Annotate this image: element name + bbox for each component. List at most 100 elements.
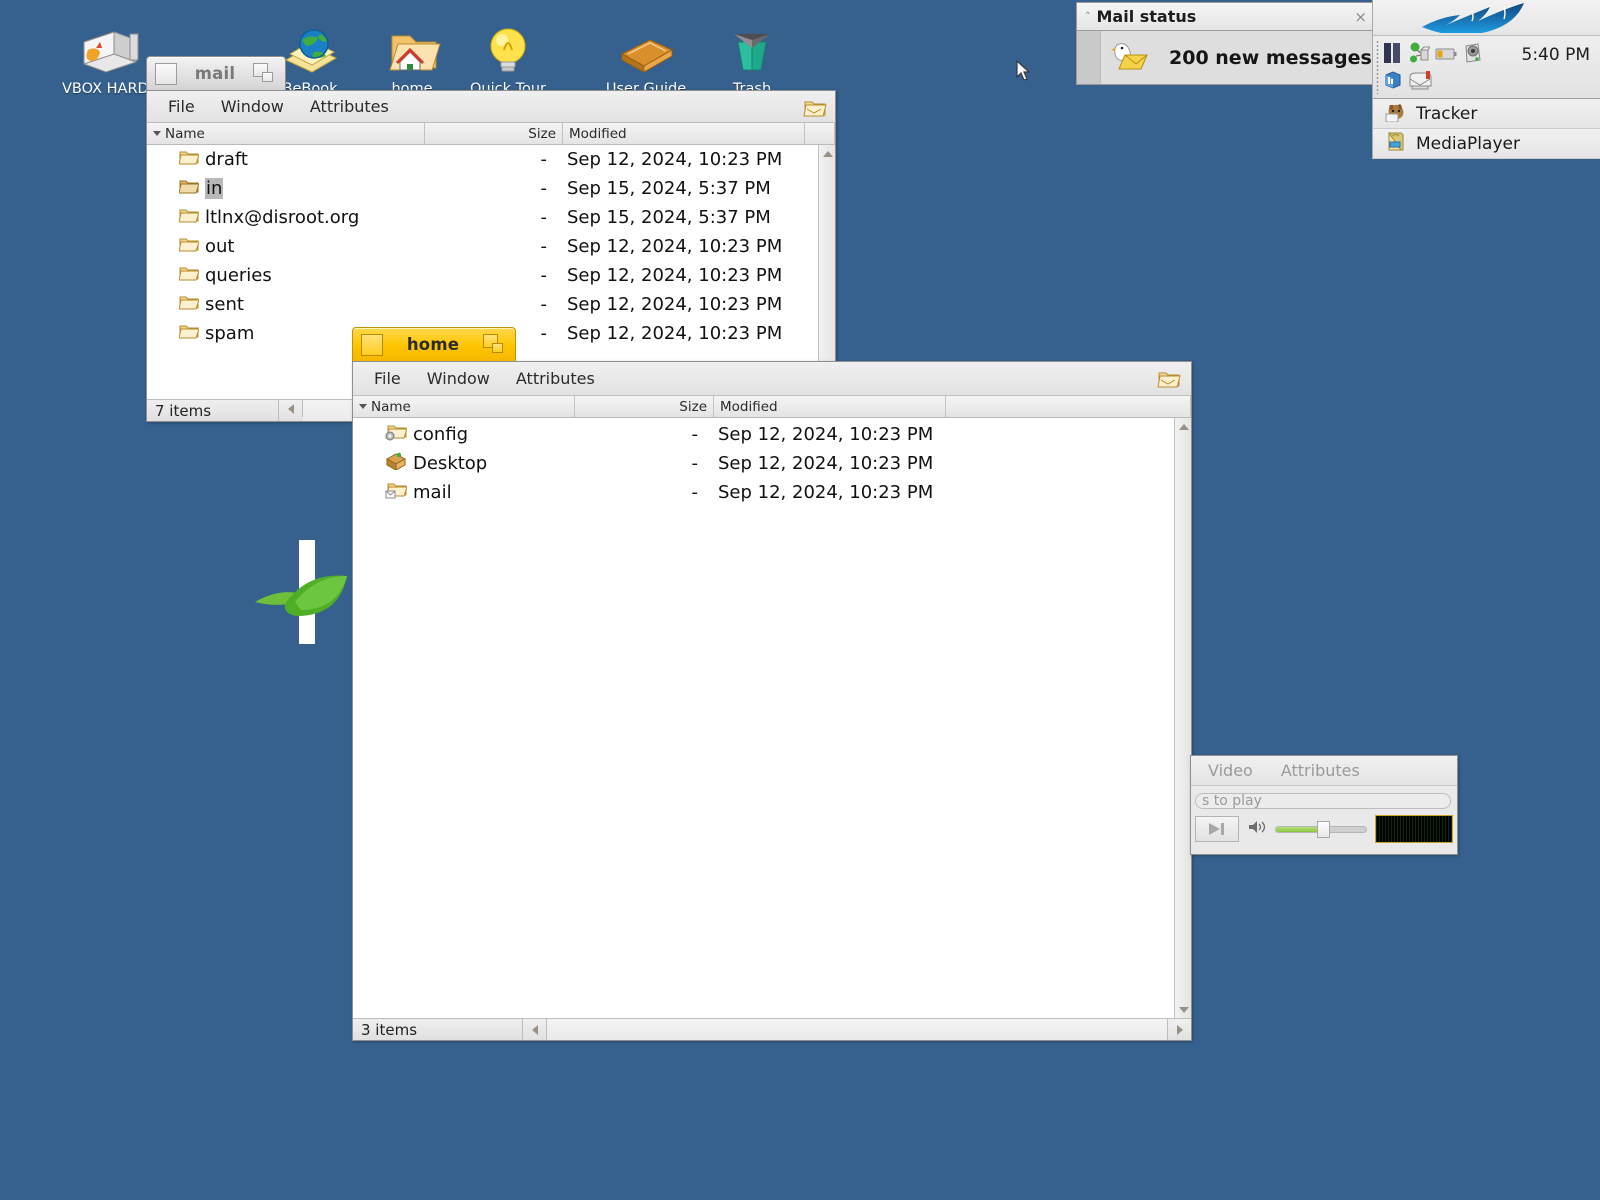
- column-header-size[interactable]: Size: [575, 396, 714, 417]
- column-header-name[interactable]: Name: [353, 396, 575, 417]
- zoom-button[interactable]: [253, 62, 277, 85]
- column-header-name[interactable]: Name: [147, 123, 425, 144]
- item-count: 7 items: [147, 400, 279, 421]
- clock[interactable]: 5:40 PM: [1522, 45, 1595, 65]
- file-modified: Sep 12, 2024, 10:23 PM: [567, 149, 783, 170]
- deskbar-app-mediaplayer[interactable]: MediaPlayer: [1372, 129, 1600, 159]
- menu-file[interactable]: File: [157, 94, 206, 119]
- horizontal-scrollbar[interactable]: [547, 1019, 1167, 1040]
- menu-attributes[interactable]: Attributes: [505, 366, 606, 391]
- vertical-scrollbar[interactable]: [1174, 418, 1191, 1018]
- file-name: sent: [205, 294, 244, 315]
- menu-attributes[interactable]: Attributes: [1270, 758, 1371, 783]
- table-row[interactable]: out - Sep 12, 2024, 10:23 PM: [147, 232, 835, 261]
- table-row[interactable]: Desktop - Sep 12, 2024, 10:23 PM: [353, 449, 1191, 478]
- haiku-feather-logo[interactable]: [1372, 0, 1600, 36]
- seek-slider[interactable]: s to play: [1195, 793, 1451, 809]
- file-modified: Sep 12, 2024, 10:23 PM: [718, 424, 934, 445]
- folder-icon: [178, 149, 200, 171]
- folder-drop-icon[interactable]: [803, 96, 827, 118]
- deskbar-app-tracker[interactable]: Tracker: [1372, 99, 1600, 129]
- menu-bar[interactable]: File Window Attributes: [147, 91, 835, 123]
- deskbar[interactable]: 5:40 PM Tracker MediaPlayer: [1372, 0, 1600, 159]
- folder-icon: [178, 236, 200, 258]
- menu-window[interactable]: Window: [416, 366, 501, 391]
- file-name: Desktop: [413, 453, 488, 474]
- table-row[interactable]: config - Sep 12, 2024, 10:23 PM: [353, 420, 1191, 449]
- column-headers[interactable]: Name Size Modified: [147, 123, 835, 145]
- window-tab-home[interactable]: home: [352, 327, 516, 361]
- folder-icon: [178, 207, 200, 229]
- menu-video[interactable]: Video: [1197, 758, 1264, 783]
- file-modified: Sep 15, 2024, 5:37 PM: [567, 207, 771, 228]
- menu-window[interactable]: Window: [210, 94, 295, 119]
- haiku-leaf-logo: [255, 532, 355, 652]
- file-list[interactable]: config - Sep 12, 2024, 10:23 PM Desktop …: [353, 418, 1191, 1018]
- table-row[interactable]: queries - Sep 12, 2024, 10:23 PM: [147, 261, 835, 290]
- file-modified: Sep 12, 2024, 10:23 PM: [718, 482, 934, 503]
- mediaplayer-menu-bar[interactable]: Video Attributes: [1191, 756, 1457, 786]
- file-modified: Sep 12, 2024, 10:23 PM: [718, 453, 934, 474]
- volume-slider[interactable]: [1275, 821, 1367, 838]
- file-size: -: [540, 265, 548, 286]
- scroll-right-icon[interactable]: [1176, 1024, 1183, 1035]
- file-size: -: [691, 482, 699, 503]
- volume-icon[interactable]: [1462, 42, 1484, 68]
- file-size: -: [691, 453, 699, 474]
- file-modified: Sep 15, 2024, 5:37 PM: [567, 178, 771, 199]
- mail-status-titlebar[interactable]: ˄ Mail status ×: [1076, 2, 1376, 30]
- column-headers[interactable]: Name Size Modified: [353, 396, 1191, 418]
- scroll-left-icon[interactable]: [287, 403, 294, 414]
- column-header-size[interactable]: Size: [425, 123, 563, 144]
- scroll-down-icon[interactable]: [1178, 1006, 1189, 1013]
- table-row[interactable]: ltlnx@disroot.org - Sep 15, 2024, 5:37 P…: [147, 203, 835, 232]
- file-size: -: [691, 424, 699, 445]
- zoom-button[interactable]: [483, 333, 507, 356]
- seek-label: s to play: [1202, 793, 1262, 809]
- menu-attributes[interactable]: Attributes: [299, 94, 400, 119]
- table-row[interactable]: mail - Sep 12, 2024, 10:23 PM: [353, 478, 1191, 507]
- scroll-up-icon[interactable]: [1178, 423, 1189, 430]
- mail-tray-icon[interactable]: [1408, 70, 1434, 94]
- window-tab-mail[interactable]: mail: [146, 56, 286, 90]
- table-row[interactable]: draft - Sep 12, 2024, 10:23 PM: [147, 145, 835, 174]
- close-icon[interactable]: ×: [1354, 8, 1367, 26]
- deskbar-tray[interactable]: 5:40 PM: [1372, 36, 1600, 99]
- workspaces-icon[interactable]: [1383, 42, 1403, 68]
- play-button[interactable]: [1195, 816, 1239, 842]
- mail-status-gutter: [1077, 31, 1101, 84]
- sort-descending-icon: [359, 404, 367, 409]
- menu-bar[interactable]: File Window Attributes: [353, 362, 1191, 396]
- mail-status-window[interactable]: ˄ Mail status × 200 new messages: [1076, 2, 1376, 85]
- folder-drop-icon[interactable]: [1157, 367, 1181, 389]
- desktop-icon-vbox-harddisk[interactable]: VBOX HARDDISK: [62, 20, 183, 98]
- file-modified: Sep 12, 2024, 10:23 PM: [567, 265, 783, 286]
- collapse-icon[interactable]: ˄: [1085, 10, 1091, 23]
- close-button[interactable]: [155, 62, 177, 85]
- menu-file[interactable]: File: [363, 366, 412, 391]
- drag-handle[interactable]: [1376, 40, 1379, 94]
- file-name: config: [413, 424, 469, 445]
- scroll-left-icon[interactable]: [531, 1024, 538, 1035]
- column-header-modified[interactable]: Modified: [563, 123, 805, 144]
- file-name: ltlnx@disroot.org: [205, 207, 360, 228]
- battery-icon[interactable]: [1435, 46, 1457, 65]
- mediaplayer-window[interactable]: Video Attributes s to play: [1190, 755, 1458, 855]
- table-row[interactable]: in - Sep 15, 2024, 5:37 PM: [147, 174, 835, 203]
- desktop-folder-icon: [385, 452, 407, 475]
- table-row[interactable]: sent - Sep 12, 2024, 10:23 PM: [147, 290, 835, 319]
- file-size: -: [540, 178, 548, 199]
- scroll-up-icon[interactable]: [822, 150, 833, 157]
- file-size: -: [540, 149, 548, 170]
- deskbar-app-label: Tracker: [1416, 103, 1478, 124]
- folder-icon: [178, 323, 200, 345]
- process-controller-icon[interactable]: [1383, 70, 1403, 94]
- home-tracker-window[interactable]: home File Window Attributes Name Size Mo…: [352, 327, 1192, 1041]
- file-name: draft: [205, 149, 248, 170]
- column-header-modified[interactable]: Modified: [714, 396, 946, 417]
- status-bar: 3 items: [353, 1018, 1191, 1040]
- network-icon[interactable]: [1408, 42, 1431, 68]
- file-name: in: [205, 178, 224, 199]
- config-folder-icon: [385, 423, 408, 446]
- close-button[interactable]: [361, 333, 383, 356]
